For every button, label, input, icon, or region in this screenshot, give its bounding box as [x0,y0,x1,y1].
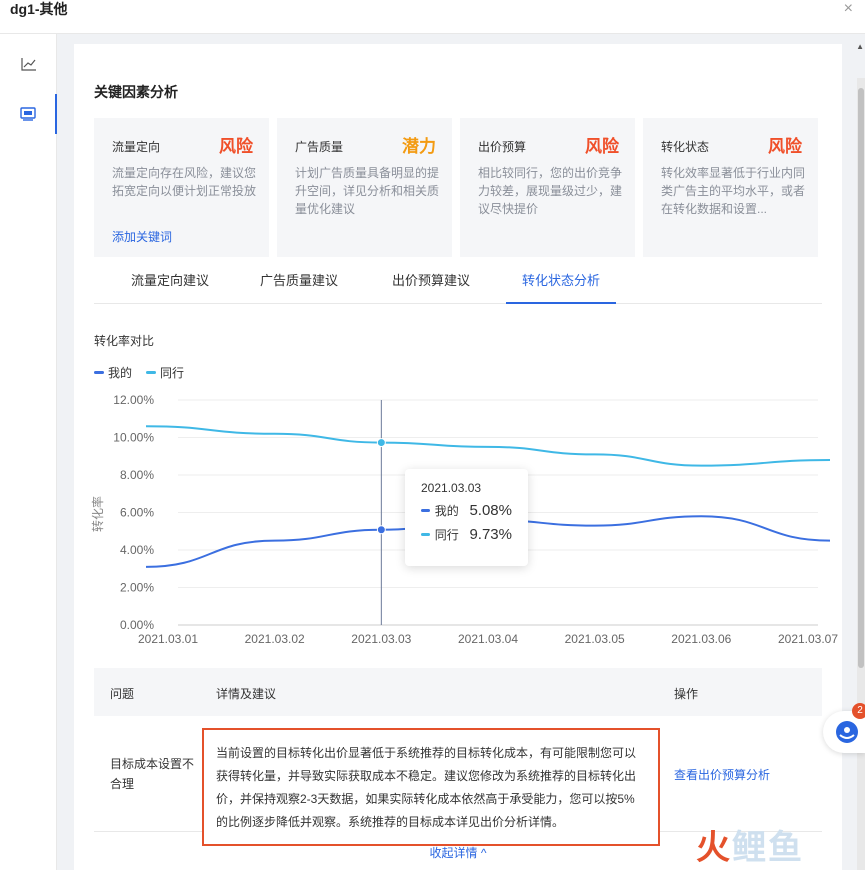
tooltip-swatch [421,509,430,512]
header-issue: 问题 [110,687,135,701]
table-header: 问题 详情及建议 操作 [94,668,822,716]
y-tick-label: 0.00% [120,618,154,632]
conversion-rate-chart: 0.00% 2.00% 4.00% 6.00% 8.00% 10.00% 12.00% 202… [90,393,838,646]
x-tick-label: 2021.03.03 [351,632,411,646]
tooltip-row-mine: 我的 5.08% [421,502,512,519]
y-tick-label: 8.00% [120,468,154,482]
tooltip-label: 我的 [434,504,459,518]
sidebar-item-report[interactable] [0,94,57,134]
watermark-logo: 火鲤鱼 [696,820,804,869]
y-tick-label: 2.00% [120,581,154,595]
tooltip-swatch [421,533,430,536]
scrollbar-thumb[interactable] [858,88,864,668]
x-tick-label: 2021.03.07 [778,632,838,646]
tooltip-row-peer: 同行 9.73% [421,526,512,543]
highlight-point [376,438,386,448]
issue-cell: 目标成本设置不合理 [110,757,195,791]
y-tick-label: 12.00% [113,393,154,407]
watermark-fire: 火 [696,829,732,867]
window-titlebar: dg1-其他 × [0,0,865,34]
notification-badge: 2 [852,703,865,719]
x-tick-label: 2021.03.01 [138,632,198,646]
main-content: 关键因素分析 流量定向 风险 流量定向存在风险，建议您拓宽定向以便计划正常投放 … [57,34,865,870]
window-title: dg1-其他 [10,1,68,17]
issue-table: 问题 详情及建议 操作 目标成本设置不合理 当前设置的目标转化出价显著低于系统推… [94,668,822,846]
tooltip-date: 2021.03.03 [421,481,482,495]
x-tick-label: 2021.03.04 [458,632,518,646]
x-tick-label: 2021.03.06 [671,632,731,646]
header-action: 操作 [674,687,699,701]
report-icon [19,107,36,121]
tooltip-label: 同行 [434,528,459,542]
analysis-panel: 关键因素分析 流量定向 风险 流量定向存在风险，建议您拓宽定向以便计划正常投放 … [74,44,842,870]
view-bid-analysis-link[interactable]: 查看出价预算分析 [674,766,770,783]
sidebar [0,34,57,870]
detail-cell: 当前设置的目标转化出价显著低于系统推荐的目标转化成本，有可能限制您可以获得转化量… [202,728,660,846]
chart-tooltip: 2021.03.03 我的 5.08% 同行 9.73% [405,469,528,566]
y-tick-label: 10.00% [113,431,154,445]
tooltip-value: 9.73% [469,526,512,543]
scroll-up-icon[interactable]: ▲ [856,42,864,51]
y-axis-label: 转化率 [90,496,105,532]
watermark-rest: 鲤鱼 [732,829,804,867]
sidebar-item-trend[interactable] [0,44,57,84]
close-icon[interactable]: × [844,0,853,18]
y-tick-label: 4.00% [120,543,154,557]
x-tick-label: 2021.03.02 [245,632,305,646]
highlight-point [376,525,386,535]
y-tick-label: 6.00% [120,506,154,520]
line-chart-icon [20,58,36,71]
series-line-peer [145,425,831,467]
header-detail: 详情及建议 [216,687,277,701]
x-tick-label: 2021.03.05 [565,632,625,646]
table-row: 目标成本设置不合理 当前设置的目标转化出价显著低于系统推荐的目标转化成本，有可能… [94,716,822,846]
tooltip-value: 5.08% [469,502,512,519]
